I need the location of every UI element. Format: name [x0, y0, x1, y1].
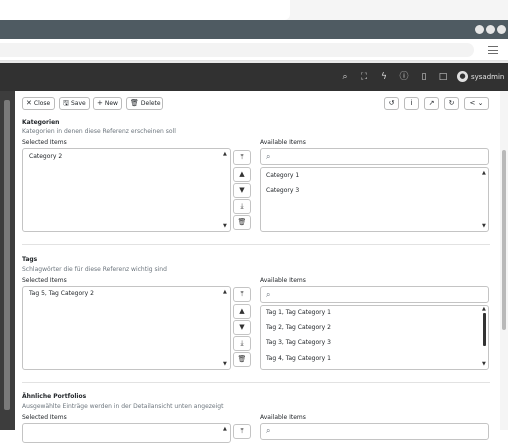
scroll-up-arrow-icon[interactable]: ▲ — [482, 170, 486, 176]
list-item[interactable]: Tag 2, Tag Category 2 — [266, 324, 331, 332]
url-input[interactable] — [0, 43, 474, 57]
section-title-tags: Tags — [22, 256, 38, 263]
save-label: Save — [70, 100, 86, 107]
scroll-up-arrow-icon[interactable]: ▲ — [223, 426, 227, 432]
window-maximize-button[interactable] — [486, 25, 495, 34]
move-down-button[interactable]: ▼ — [233, 320, 251, 335]
search-icon[interactable]: ⌕ — [340, 72, 350, 82]
move-up-button[interactable]: ▲ — [233, 304, 251, 319]
scroll-up-arrow-icon[interactable]: ▲ — [223, 151, 227, 157]
new-button[interactable]: + New — [93, 97, 122, 110]
scroll-up-arrow-icon[interactable]: ▲ — [223, 289, 227, 295]
divider — [22, 382, 490, 383]
save-button[interactable]: 🖫 Save — [59, 97, 90, 110]
close-icon: ✕ — [26, 99, 32, 107]
close-button[interactable]: ✕ Close — [22, 97, 55, 110]
section-description: Schlagwörter die für diese Referenz wich… — [22, 266, 167, 273]
scroll-down-arrow-icon[interactable]: ▼ — [223, 361, 227, 367]
list-item[interactable]: Tag 4, Tag Category 1 — [266, 355, 331, 363]
list-item[interactable]: Tag 3, Tag Category 3 — [266, 339, 331, 347]
scroll-down-arrow-icon[interactable]: ▼ — [482, 223, 486, 229]
history-icon[interactable]: ↺ — [384, 97, 399, 110]
selected-items-label: Selected Items — [22, 139, 67, 146]
save-icon: 🖫 — [63, 99, 69, 107]
flash-icon[interactable]: ϟ — [379, 72, 389, 82]
search-icon: ⌕ — [266, 152, 271, 161]
list-item[interactable]: Category 2 — [29, 153, 62, 161]
move-top-button[interactable]: ⤒ — [233, 424, 251, 439]
available-items-label: Available Items — [260, 277, 306, 284]
available-search-input[interactable] — [260, 286, 489, 303]
remove-button[interactable]: 🗑 — [233, 352, 251, 367]
list-item[interactable]: Category 3 — [266, 187, 299, 195]
available-search-input[interactable] — [260, 148, 489, 165]
search-icon: ⌕ — [266, 290, 271, 299]
file-icon[interactable]: □ — [438, 72, 448, 82]
available-search-input[interactable] — [260, 423, 489, 440]
left-scrollbar[interactable] — [4, 100, 10, 410]
share-dropdown-icon[interactable]: < ⌄ — [464, 97, 489, 110]
bookmark-icon[interactable]: ▯ — [419, 72, 429, 82]
window-close-button[interactable] — [497, 25, 506, 34]
selected-items-list[interactable] — [22, 286, 231, 370]
info-icon[interactable]: ⓘ — [399, 72, 409, 82]
list-item[interactable]: Tag 1, Tag Category 1 — [266, 309, 331, 317]
trash-icon: 🗑 — [130, 99, 139, 107]
available-items-label: Available Items — [260, 139, 306, 146]
delete-label: Delete — [140, 100, 161, 107]
move-bottom-button[interactable]: ⤓ — [233, 199, 251, 214]
move-up-button[interactable]: ▲ — [233, 167, 251, 182]
remove-button[interactable]: 🗑 — [233, 215, 251, 230]
info-button-icon[interactable]: i — [404, 97, 419, 110]
scroll-down-arrow-icon[interactable]: ▼ — [482, 361, 486, 367]
available-items-label: Available Items — [260, 414, 306, 421]
divider — [22, 244, 490, 245]
avatar[interactable]: ● — [457, 71, 468, 82]
move-top-button[interactable]: ⤒ — [233, 150, 251, 165]
selected-items-list[interactable] — [22, 423, 231, 443]
section-title-portfolios: Ähnliche Portfolios — [22, 393, 87, 400]
page-scrollbar-thumb[interactable] — [502, 150, 506, 330]
refresh-icon[interactable]: ↻ — [444, 97, 459, 110]
delete-button[interactable]: 🗑 Delete — [126, 97, 163, 110]
app-header — [0, 63, 508, 91]
scroll-up-arrow-icon[interactable]: ▲ — [482, 306, 486, 312]
selected-items-label: Selected Items — [22, 277, 67, 284]
browser-menu-icon[interactable] — [488, 46, 498, 54]
move-bottom-button[interactable]: ⤓ — [233, 336, 251, 351]
list-item[interactable]: Category 1 — [266, 172, 299, 180]
section-description: Ausgewählte Einträge werden in der Detai… — [22, 403, 224, 410]
window-titlebar — [0, 20, 508, 39]
scroll-down-arrow-icon[interactable]: ▼ — [223, 223, 227, 229]
search-icon: ⌕ — [266, 426, 271, 435]
username[interactable]: sysadmin — [471, 72, 504, 82]
open-external-icon[interactable]: ↗ — [424, 97, 439, 110]
window-minimize-button[interactable] — [475, 25, 484, 34]
section-description: Kategorien in denen diese Referenz ersch… — [22, 128, 176, 135]
move-down-button[interactable]: ▼ — [233, 183, 251, 198]
close-label: Close — [33, 100, 51, 107]
plus-icon: + — [97, 99, 103, 107]
section-title-kategorien: Kategorien — [22, 119, 60, 126]
browser-tab[interactable] — [0, 0, 290, 20]
fullscreen-icon[interactable]: ⛶ — [359, 72, 369, 82]
list-item[interactable]: Tag 5, Tag Category 2 — [29, 290, 94, 298]
new-label: New — [104, 100, 118, 107]
move-top-button[interactable]: ⤒ — [233, 287, 251, 302]
selected-items-label: Selected Items — [22, 414, 67, 421]
list-scrollbar-thumb[interactable] — [483, 313, 486, 346]
